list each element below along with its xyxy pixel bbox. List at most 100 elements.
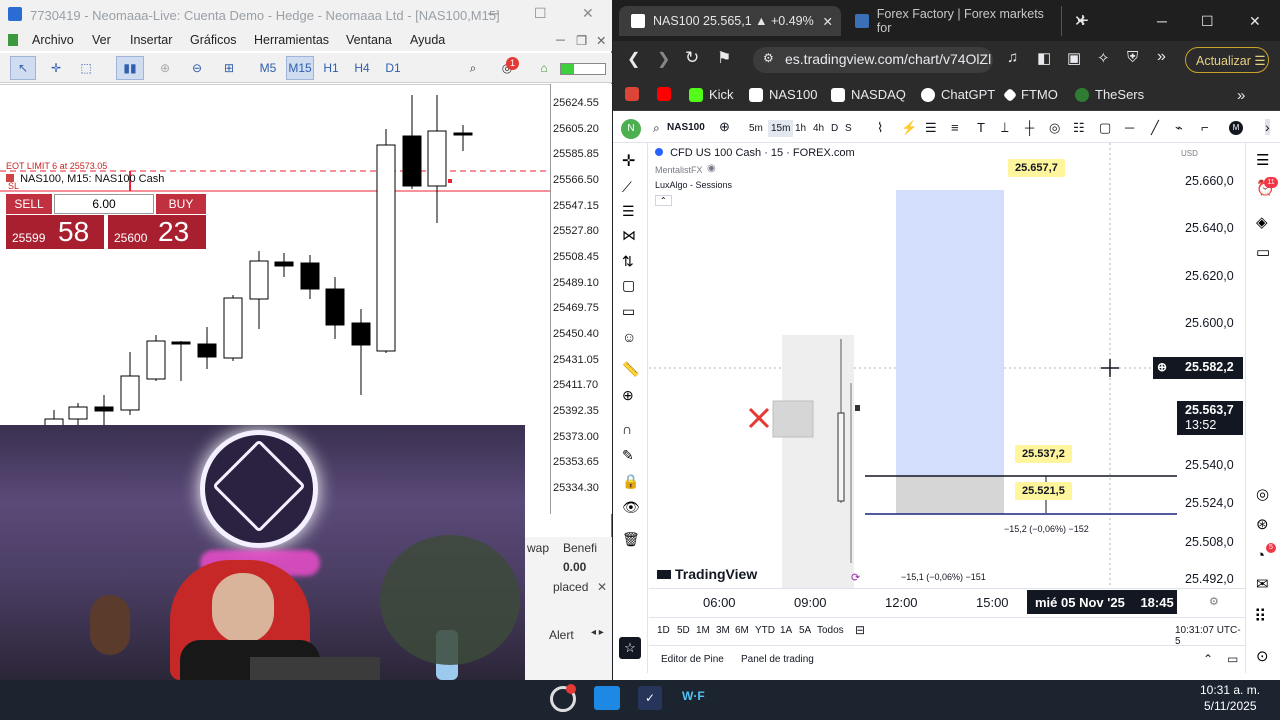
more-bookmarks-icon[interactable]: » — [1237, 87, 1245, 104]
trend-line-icon[interactable]: ╱ — [1151, 120, 1159, 136]
menu-archivo[interactable]: Archivo — [32, 33, 74, 47]
apps-grid-icon[interactable]: ⠿ — [1254, 607, 1266, 627]
volume-input[interactable]: 6.00 — [54, 194, 154, 214]
bookmark-ftmo[interactable]: FTMO — [1002, 87, 1058, 102]
bookmark-chatgpt[interactable]: ChatGPT — [921, 87, 995, 102]
ruler-icon[interactable]: 📏 — [622, 361, 639, 378]
interval-1h[interactable]: 1h — [795, 123, 806, 134]
position-profit-zone[interactable] — [896, 190, 1004, 476]
position-loss-zone[interactable] — [896, 476, 1004, 514]
fib-icon[interactable]: ☰ — [925, 120, 937, 136]
watchlist-icon[interactable]: ☰ — [1256, 151, 1269, 169]
utc-clock[interactable]: 10:31:07 UTC-5 — [1175, 625, 1245, 647]
fib-tools-icon[interactable]: ≡ — [951, 120, 959, 135]
new-tab-icon[interactable]: + — [1077, 6, 1089, 36]
bookmark-nasdaq[interactable]: NASDAQ — [831, 87, 906, 102]
horizontal-line-icon[interactable]: ─ — [1125, 120, 1134, 135]
rows-icon[interactable]: ☷ — [1073, 120, 1085, 136]
site-info-icon[interactable]: ⚙ — [763, 51, 774, 65]
close-icon[interactable]: ✕ — [1249, 6, 1261, 36]
legend-indicator[interactable]: LuxAlgo - Sessions — [655, 180, 732, 190]
bookmark-kick[interactable]: Kick — [689, 87, 734, 102]
minimize-icon[interactable]: ─ — [1157, 6, 1167, 36]
magnet-icon[interactable]: ∩ — [622, 421, 632, 437]
bookmark-icon[interactable]: ⚑ — [717, 48, 731, 68]
alerts-tab[interactable]: Alert — [549, 628, 574, 642]
settings-icon[interactable]: ⚙ — [1209, 595, 1219, 608]
buy-price[interactable]: 25600 23 — [108, 215, 206, 249]
mt5-price-scale[interactable]: 25624.55 25605.20 25585.85 25566.50 2554… — [550, 84, 612, 514]
more-extensions-icon[interactable]: » — [1157, 48, 1166, 66]
eye-icon[interactable]: ◉ — [707, 163, 716, 174]
range-5d[interactable]: 5D — [677, 625, 690, 636]
compare-icon[interactable]: ⊕ — [719, 119, 730, 135]
ideas-icon[interactable]: ⊛ — [1256, 515, 1269, 533]
range-5a[interactable]: 5A — [799, 625, 811, 636]
visibility-icon[interactable]: 👁 — [622, 499, 640, 516]
cursor-icon[interactable]: ↖ — [10, 56, 36, 80]
back-icon[interactable]: ❮ — [627, 49, 640, 69]
trash-icon[interactable]: 🗑 — [622, 531, 640, 548]
minimize-icon[interactable]: ─ — [556, 33, 565, 47]
pattern-icon[interactable]: ⋈ — [622, 227, 636, 244]
minimize-icon[interactable]: ─ — [488, 5, 498, 21]
add-alert-icon[interactable]: ⊕ — [1157, 360, 1167, 374]
circle-icon[interactable]: ◎ — [1049, 120, 1060, 136]
close-tab-icon[interactable]: ✕ — [823, 14, 833, 29]
interval-5m[interactable]: 5m — [749, 123, 763, 134]
tab-forex-factory[interactable]: Forex Factory | Forex markets for — [849, 6, 1059, 36]
lock-icon[interactable]: 🔒 — [622, 473, 639, 490]
entry-price-label[interactable]: 25.537,2 — [1015, 445, 1072, 463]
chart-type-icon[interactable]: ⌇ — [877, 120, 883, 136]
pine-editor-tab[interactable]: Editor de Pine — [661, 654, 724, 665]
shapes-icon[interactable]: ▢ — [622, 277, 635, 294]
annotation-icon[interactable]: ▭ — [622, 303, 635, 320]
menu-ayuda[interactable]: Ayuda — [410, 33, 445, 47]
tradingview-taskbar-icon[interactable]: ✓ — [638, 686, 662, 710]
products-icon[interactable]: ✉ — [1256, 575, 1269, 593]
indicators-icon[interactable]: ⚡ — [901, 120, 917, 136]
collapse-panel-icon[interactable]: ⌃ — [1203, 652, 1213, 666]
vpn-icon[interactable]: ⛨ — [1127, 49, 1138, 66]
range-1m[interactable]: 1M — [696, 625, 710, 636]
crosshair-icon[interactable]: ┼ — [1025, 120, 1034, 135]
buy-button[interactable]: BUY — [156, 194, 206, 214]
scroll-arrows-icon[interactable]: ◂ ▸ — [591, 627, 604, 638]
trading-panel-tab[interactable]: Panel de trading — [741, 654, 814, 665]
tf-d1[interactable]: D1 — [382, 56, 404, 80]
maximize-panel-icon[interactable]: ▭ — [1227, 652, 1238, 666]
forward-icon[interactable]: ❯ — [657, 49, 670, 69]
reload-icon[interactable]: ↻ — [685, 48, 699, 68]
layers-icon[interactable]: ◈ — [1256, 213, 1268, 231]
range-ytd[interactable]: YTD — [755, 625, 775, 636]
favorites-star-icon[interactable]: ☆ — [619, 637, 641, 659]
callout-icon[interactable]: ⌐ — [1201, 120, 1209, 135]
range-all[interactable]: Todos — [817, 625, 844, 636]
help-icon[interactable]: ⊙ — [1256, 647, 1269, 665]
trend-line-icon[interactable]: ⟋ — [622, 179, 632, 196]
stay-drawing-icon[interactable]: ✎ — [622, 447, 634, 464]
interval-s[interactable]: S — [845, 123, 852, 134]
menu-herramientas[interactable]: Herramientas — [254, 33, 329, 47]
target-icon[interactable]: ◎ — [1256, 485, 1269, 503]
sell-button[interactable]: SELL — [6, 194, 52, 214]
algo-trading-icon[interactable]: ⌂ — [534, 56, 554, 80]
range-1a[interactable]: 1A — [780, 625, 792, 636]
url-field[interactable]: ⚙ es.tradingview.com/chart/v74OlZl — [753, 47, 993, 73]
emoji-icon[interactable]: ☺ — [622, 329, 636, 345]
date-range-icon[interactable]: ⊟ — [855, 623, 865, 637]
wallet-icon[interactable]: ▣ — [1067, 49, 1081, 67]
symbol-search[interactable]: NAS100 — [667, 122, 705, 133]
gmail-icon[interactable] — [625, 87, 639, 101]
tf-h4[interactable]: H4 — [351, 56, 373, 80]
taskbar-date[interactable]: 5/11/2025 — [1204, 699, 1257, 713]
avatar[interactable]: N — [621, 119, 641, 139]
interval-d[interactable]: D — [831, 123, 838, 134]
zoom-fit-icon[interactable]: ⬚ — [74, 56, 98, 80]
tf-h1[interactable]: H1 — [320, 56, 342, 80]
forecast-icon[interactable]: ⇅ — [622, 253, 634, 270]
search-icon[interactable]: ⌕ — [462, 56, 484, 80]
update-button[interactable]: Actualizar ☰ — [1185, 47, 1269, 73]
menu-ventana[interactable]: Ventana — [346, 33, 392, 47]
interval-4h[interactable]: 4h — [813, 123, 824, 134]
